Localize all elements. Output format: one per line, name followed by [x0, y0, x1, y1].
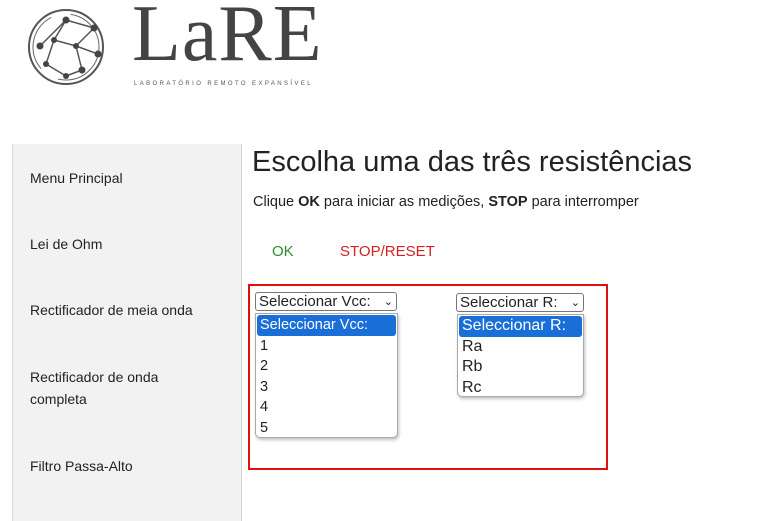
logo-tagline: LABORATÓRIO REMOTO EXPANSÍVEL [134, 81, 313, 87]
chevron-down-icon: ⌄ [383, 296, 393, 308]
sidebar-item-rectificador-onda-completa[interactable]: Rectificador de onda completa [30, 366, 200, 410]
resistor-option[interactable]: Rc [458, 378, 583, 399]
resistor-dropdown-list: Seleccionar R: Ra Rb Rc [457, 314, 584, 397]
ok-button[interactable]: OK [272, 243, 294, 260]
sidebar-item-lei-de-ohm[interactable]: Lei de Ohm [30, 233, 230, 255]
stop-reset-button[interactable]: STOP/RESET [340, 243, 435, 260]
resistor-option[interactable]: Seleccionar R: [459, 316, 582, 337]
sidebar-nav: Menu Principal Lei de Ohm Rectificador d… [12, 144, 242, 521]
vcc-option[interactable]: 1 [256, 336, 397, 357]
network-circle-icon [28, 9, 104, 85]
instruction-text: Clique OK para iniciar as medições, STOP… [253, 194, 639, 210]
instruction-prefix: Clique [253, 194, 299, 210]
resistor-option[interactable]: Ra [458, 337, 583, 358]
vcc-select[interactable]: Seleccionar Vcc: ⌄ [255, 292, 397, 311]
instruction-ok-word: OK [298, 194, 320, 210]
sidebar-item-menu-principal[interactable]: Menu Principal [30, 167, 230, 189]
resistor-option[interactable]: Rb [458, 357, 583, 378]
vcc-option[interactable]: 3 [256, 377, 397, 398]
page-title: Escolha uma das três resistências [252, 146, 693, 178]
chevron-down-icon: ⌄ [570, 297, 580, 309]
resistor-select-value: Seleccionar R: [460, 294, 558, 311]
vcc-option[interactable]: 4 [256, 397, 397, 418]
vcc-option[interactable]: 5 [256, 418, 397, 439]
resistor-select[interactable]: Seleccionar R: ⌄ [456, 293, 584, 312]
sidebar-item-rectificador-meia-onda[interactable]: Rectificador de meia onda [30, 299, 230, 321]
sidebar-item-filtro-passa-alto[interactable]: Filtro Passa-Alto [30, 455, 230, 477]
vcc-option[interactable]: Seleccionar Vcc: [257, 315, 396, 336]
vcc-option[interactable]: 2 [256, 356, 397, 377]
lare-logo: LaRE LABORATÓRIO REMOTO EXPANSÍVEL [24, 0, 364, 92]
logo-wordmark: LaRE [132, 0, 323, 78]
instruction-suffix: para interromper [527, 194, 639, 210]
instruction-middle: para iniciar as medições, [319, 194, 489, 210]
instruction-stop-word: STOP [488, 194, 528, 210]
vcc-select-value: Seleccionar Vcc: [259, 293, 371, 310]
vcc-dropdown-list: Seleccionar Vcc: 1 2 3 4 5 [255, 313, 398, 438]
